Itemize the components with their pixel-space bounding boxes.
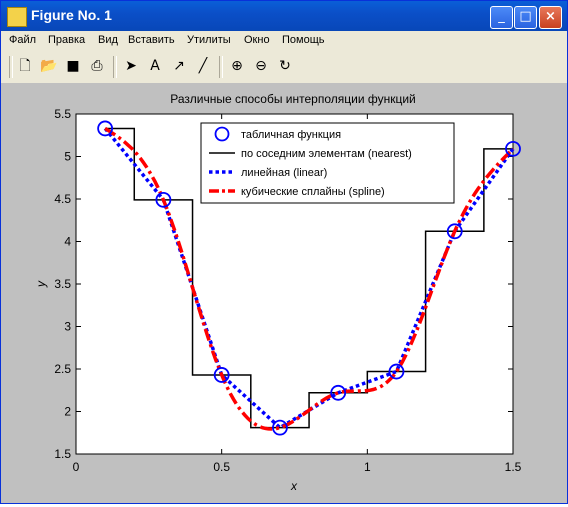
zoom-out-icon[interactable]: ⊖: [251, 56, 271, 76]
figure-window: Figure No. 1 _ □ × Файл Правка Вид Встав…: [0, 0, 568, 504]
legend[interactable]: табличная функция по соседним элементам (…: [200, 122, 455, 204]
y-tick-label: 3: [64, 320, 71, 334]
menu-view[interactable]: Вид: [98, 34, 118, 46]
open-folder-icon[interactable]: 📂: [39, 56, 59, 76]
close-icon[interactable]: ×: [539, 6, 562, 29]
plot-svg: Различные способы интерполяции функций 0…: [34, 92, 522, 493]
zoom-in-icon[interactable]: ⊕: [227, 56, 247, 76]
toolbar-separator: [113, 56, 117, 78]
legend-label: табличная функция: [241, 129, 341, 141]
y-axis-label: y: [34, 280, 48, 288]
matlab-app-icon: [7, 7, 27, 27]
y-tick-label: 5.5: [54, 107, 71, 121]
window-title: Figure No. 1: [31, 7, 112, 23]
legend-label: линейная (linear): [241, 167, 327, 179]
rotate-icon[interactable]: ↻: [275, 56, 295, 76]
toolbar-separator: [9, 56, 13, 78]
y-tick-label: 4.5: [54, 192, 71, 206]
x-tick-label: 0: [73, 460, 80, 474]
toolbar: 🗋 📂 ■ ⎙ ➤ A ↗ ╱ ⊕ ⊖ ↻: [1, 51, 567, 84]
title-bar[interactable]: Figure No. 1 _ □ ×: [1, 1, 567, 31]
toolbar-separator: [219, 56, 223, 78]
menu-window[interactable]: Окно: [244, 34, 270, 46]
x-tick-label: 1.5: [505, 460, 522, 474]
chart-title: Различные способы интерполяции функций: [170, 92, 416, 106]
arrow-icon[interactable]: ↗: [169, 56, 189, 76]
y-tick-label: 3.5: [54, 277, 71, 291]
menu-tools[interactable]: Утилиты: [187, 34, 231, 46]
new-file-icon[interactable]: 🗋: [15, 56, 35, 76]
x-tick-label: 1: [364, 460, 371, 474]
maximize-icon[interactable]: □: [514, 6, 537, 29]
y-tick-label: 4: [64, 235, 71, 249]
y-tick-label: 1.5: [54, 447, 71, 461]
x-tick-label: 0.5: [213, 460, 230, 474]
y-tick-label: 2: [64, 405, 71, 419]
menu-file[interactable]: Файл: [9, 34, 36, 46]
legend-label: по соседним элементам (nearest): [241, 148, 412, 160]
figure-canvas: Различные способы интерполяции функций 0…: [1, 83, 567, 503]
pointer-arrow-icon[interactable]: ➤: [121, 56, 141, 76]
menu-insert[interactable]: Вставить: [128, 34, 175, 46]
menu-bar: Файл Правка Вид Вставить Утилиты Окно По…: [1, 31, 567, 51]
y-tick-label: 2.5: [54, 362, 71, 376]
y-tick-label: 5: [64, 150, 71, 164]
legend-label: кубические сплайны (spline): [241, 186, 385, 198]
print-icon[interactable]: ⎙: [87, 56, 107, 76]
menu-help[interactable]: Помощь: [282, 34, 325, 46]
minimize-icon[interactable]: _: [490, 6, 513, 29]
x-axis-label: x: [290, 479, 298, 493]
save-icon[interactable]: ■: [63, 56, 83, 76]
line-icon[interactable]: ╱: [193, 56, 213, 76]
text-a-icon[interactable]: A: [145, 56, 165, 76]
menu-edit[interactable]: Правка: [48, 34, 85, 46]
